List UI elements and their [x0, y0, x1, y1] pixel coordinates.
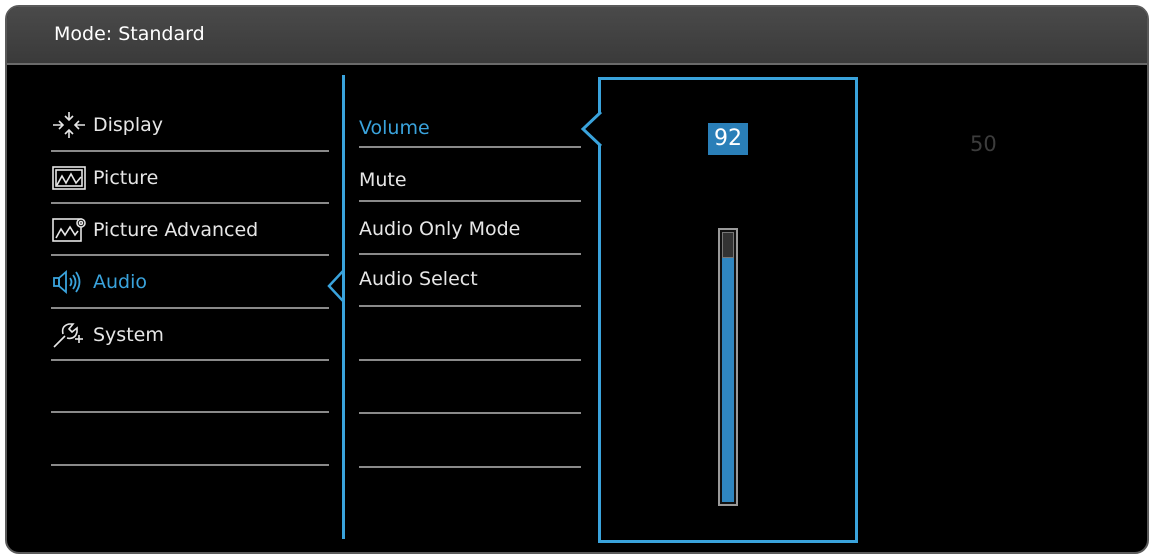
submenu-item-audio-select[interactable]: Audio Select: [359, 253, 581, 305]
system-icon: [53, 323, 83, 348]
submenu-item-label: Audio Select: [359, 268, 478, 290]
menu-divider: [51, 359, 329, 361]
volume-slider-fill: [722, 254, 734, 502]
menu-item-audio[interactable]: Audio: [51, 256, 331, 308]
submenu-item-audio-only-mode[interactable]: Audio Only Mode: [359, 203, 581, 255]
menu-item-label: System: [93, 324, 164, 346]
submenu-item-mute[interactable]: Mute: [359, 154, 581, 206]
volume-default-value: 50: [970, 132, 997, 156]
submenu-divider: [359, 466, 581, 468]
menu-item-system[interactable]: System: [51, 309, 331, 361]
submenu-divider: [359, 146, 581, 148]
submenu-divider: [359, 305, 581, 307]
menu-item-picture-advanced[interactable]: Picture Advanced: [51, 204, 331, 256]
mode-title: Mode: Standard: [54, 23, 205, 45]
volume-value: 92: [708, 123, 748, 155]
submenu-divider: [359, 359, 581, 361]
title-bar: Mode: Standard: [7, 7, 1147, 65]
submenu-item-label: Mute: [359, 169, 407, 191]
osd-window: Mode: Standard Display Picture Picture A…: [5, 5, 1149, 554]
menu-item-label: Display: [93, 114, 164, 136]
submenu-item-label: Audio Only Mode: [359, 218, 521, 240]
audio-icon: [53, 270, 81, 294]
submenu-divider: [359, 412, 581, 414]
display-icon: [53, 112, 85, 138]
menu-item-display[interactable]: Display: [51, 99, 331, 151]
picture-icon: [52, 166, 86, 190]
picture-advanced-icon: [52, 218, 86, 242]
volume-slider-handle[interactable]: [722, 232, 734, 258]
menu-item-label: Picture: [93, 167, 159, 189]
menu-item-label: Picture Advanced: [93, 219, 259, 241]
submenu-divider: [359, 200, 581, 202]
menu-divider: [51, 411, 329, 413]
menu-divider: [51, 464, 329, 466]
submenu-selection-pointer: [580, 110, 603, 148]
column-separator: [342, 75, 345, 539]
menu-item-label: Audio: [93, 271, 148, 293]
menu-item-picture[interactable]: Picture: [51, 152, 331, 204]
volume-slider[interactable]: [718, 228, 738, 506]
